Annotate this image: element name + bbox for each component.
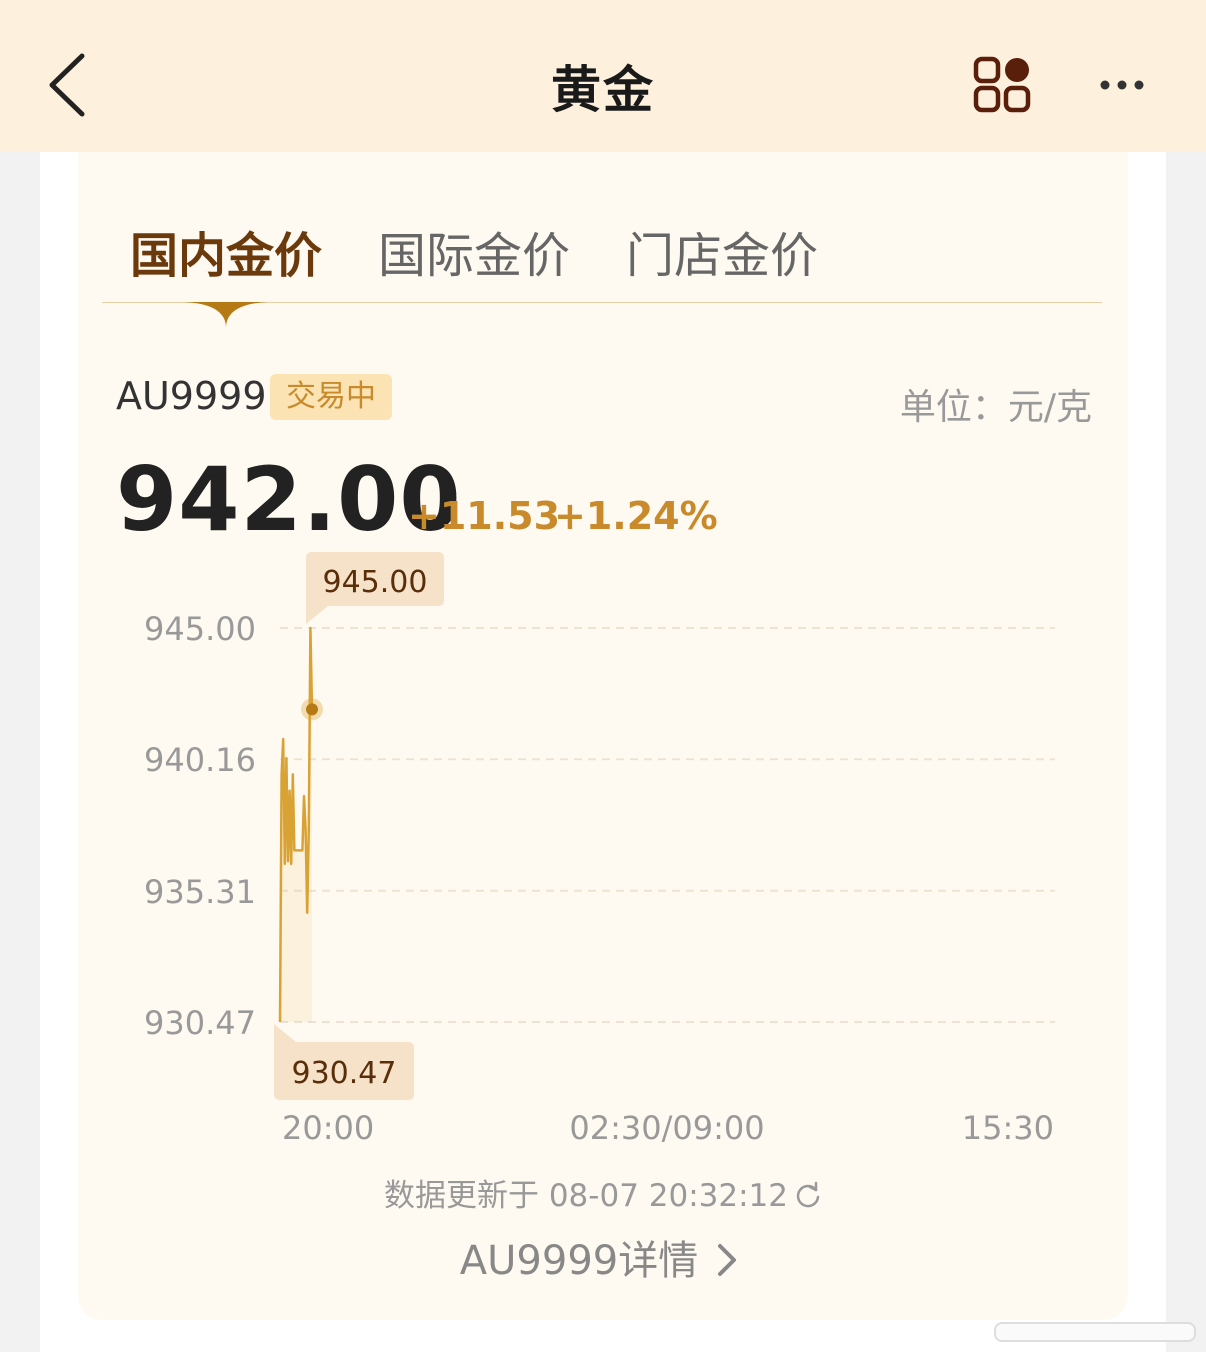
update-time-text: 数据更新于 08-07 20:32:12 xyxy=(383,1178,788,1214)
current-point xyxy=(306,703,318,716)
update-time: 数据更新于 08-07 20:32:12 xyxy=(0,1170,1206,1215)
detail-link[interactable]: AU9999详情 xyxy=(0,1228,1206,1286)
x-tick-label: 02:30/09:00 xyxy=(569,1109,764,1147)
scrollbar[interactable] xyxy=(994,1322,1196,1342)
refresh-icon[interactable] xyxy=(794,1178,822,1214)
x-tick-label: 20:00 xyxy=(282,1109,374,1147)
y-tick-label: 935.31 xyxy=(144,873,256,911)
low-label: 930.47 xyxy=(292,1056,397,1091)
intraday-chart[interactable]: 945.00 940.16 935.31 930.47 20:00 02:30/09:00… xyxy=(0,0,1206,1160)
x-tick-label: 15:30 xyxy=(962,1109,1054,1147)
y-tick-label: 945.00 xyxy=(144,610,256,648)
detail-link-label: AU9999详情 xyxy=(459,1238,699,1284)
y-tick-label: 930.47 xyxy=(144,1004,256,1042)
high-label: 945.00 xyxy=(323,565,428,600)
chevron-right-icon xyxy=(698,1238,746,1284)
y-tick-label: 940.16 xyxy=(144,741,256,779)
